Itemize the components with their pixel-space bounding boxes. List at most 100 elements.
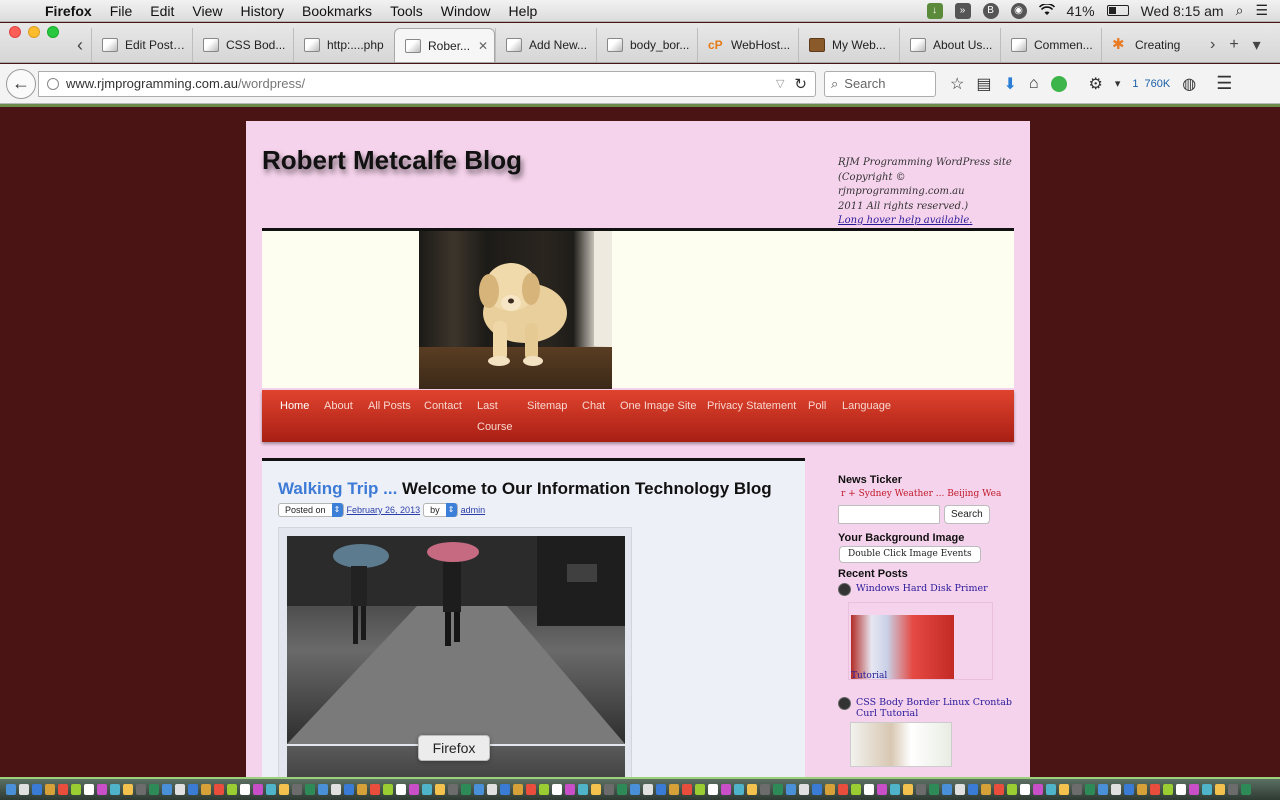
dock-app-icon[interactable] <box>279 784 289 795</box>
dock-app-icon[interactable] <box>643 784 653 795</box>
dock-app-icon[interactable] <box>201 784 211 795</box>
wifi-icon[interactable] <box>1038 2 1055 19</box>
nav-language[interactable]: Language <box>842 400 891 412</box>
dock-app-icon[interactable] <box>526 784 536 795</box>
dock-app-icon[interactable] <box>1111 784 1121 795</box>
dock-app-icon[interactable] <box>942 784 952 795</box>
dock-app-icon[interactable] <box>734 784 744 795</box>
dock-app-icon[interactable] <box>500 784 510 795</box>
dock-app-icon[interactable] <box>344 784 354 795</box>
dock-app-icon[interactable] <box>513 784 523 795</box>
dock-app-icon[interactable] <box>955 784 965 795</box>
nav-chat[interactable]: Chat <box>582 400 605 412</box>
dock-app-icon[interactable] <box>396 784 406 795</box>
dock-app-icon[interactable] <box>123 784 133 795</box>
script-tray-icon[interactable]: » <box>954 2 971 19</box>
dock-app-icon[interactable] <box>1202 784 1212 795</box>
dock-app-icon[interactable] <box>695 784 705 795</box>
reading-list-icon[interactable]: ▤ <box>976 74 991 94</box>
dock-app-icon[interactable] <box>136 784 146 795</box>
dock-app-icon[interactable] <box>851 784 861 795</box>
spotlight-search-icon[interactable]: ⌕ <box>1236 2 1244 19</box>
dock-app-icon[interactable] <box>838 784 848 795</box>
dock-app-icon[interactable] <box>422 784 432 795</box>
dock-app-icon[interactable] <box>357 784 367 795</box>
nav-one-image-site[interactable]: One Image Site <box>620 400 696 412</box>
dock-app-icon[interactable] <box>1163 784 1173 795</box>
nav-last-course[interactable]: Last <box>477 400 498 412</box>
dock-app-icon[interactable] <box>84 784 94 795</box>
browser-tab[interactable]: My Web... <box>798 28 899 62</box>
dock-app-icon[interactable] <box>1085 784 1095 795</box>
dock-app-icon[interactable] <box>188 784 198 795</box>
dock-app-icon[interactable] <box>305 784 315 795</box>
home-icon[interactable]: ⌂ <box>1029 75 1039 93</box>
downloads-icon[interactable]: ⬇ <box>1003 74 1016 94</box>
clock[interactable]: Wed 8:15 am <box>1141 3 1224 19</box>
dock-app-icon[interactable] <box>474 784 484 795</box>
notification-center-icon[interactable]: ☰ <box>1255 2 1268 19</box>
dock-app-icon[interactable] <box>552 784 562 795</box>
menu-bookmarks[interactable]: Bookmarks <box>293 3 381 19</box>
by-select[interactable]: by ⇕ <box>423 503 458 517</box>
dock-app-icon[interactable] <box>383 784 393 795</box>
vpn-tray-icon[interactable]: ◉ <box>1010 2 1027 19</box>
browser-tab[interactable]: About Us... <box>899 28 1000 62</box>
dock-app-icon[interactable] <box>1007 784 1017 795</box>
dock-app-icon[interactable] <box>773 784 783 795</box>
dock-app-icon[interactable] <box>71 784 81 795</box>
sidebar-search-input[interactable] <box>838 505 940 524</box>
dock-app-icon[interactable] <box>760 784 770 795</box>
news-ticker-text[interactable]: r + Sydney Weather ... Beijing Weath <box>841 489 1001 499</box>
dock-app-icon[interactable] <box>32 784 42 795</box>
close-window-button[interactable] <box>9 25 21 38</box>
dock-app-icon[interactable] <box>1189 784 1199 795</box>
menu-window[interactable]: Window <box>432 3 500 19</box>
dock-app-icon[interactable] <box>149 784 159 795</box>
dock-app-icon[interactable] <box>786 784 796 795</box>
nav-home[interactable]: Home <box>280 400 309 412</box>
browser-tab[interactable]: http:....php <box>293 28 394 62</box>
menu-edit[interactable]: Edit <box>141 3 183 19</box>
dock-app-icon[interactable] <box>214 784 224 795</box>
dock-app-icon[interactable] <box>916 784 926 795</box>
menu-history[interactable]: History <box>231 3 293 19</box>
dock-app-icon[interactable] <box>370 784 380 795</box>
author-link[interactable]: admin <box>461 505 486 515</box>
dock-app-icon[interactable] <box>903 784 913 795</box>
dock-app-icon[interactable] <box>617 784 627 795</box>
dog-photo[interactable] <box>419 231 612 389</box>
dock-app-icon[interactable] <box>708 784 718 795</box>
dock-app-icon[interactable] <box>266 784 276 795</box>
dock-app-icon[interactable] <box>331 784 341 795</box>
dock-app-icon[interactable] <box>253 784 263 795</box>
dock-app-icon[interactable] <box>461 784 471 795</box>
dock-app-icon[interactable] <box>565 784 575 795</box>
dock-app-icon[interactable] <box>721 784 731 795</box>
post-title-link[interactable]: Walking Trip ... <box>278 479 397 498</box>
dock-app-icon[interactable] <box>1215 784 1225 795</box>
dock-app-icon[interactable] <box>1228 784 1238 795</box>
dock-app-icon[interactable] <box>6 784 16 795</box>
browser-tab[interactable]: Add New... <box>495 28 596 62</box>
browser-tab[interactable]: ✱ Creating <box>1101 28 1202 62</box>
dock-app-icon[interactable] <box>409 784 419 795</box>
dock-app-icon[interactable] <box>175 784 185 795</box>
menu-help[interactable]: Help <box>500 3 547 19</box>
bookmark-star-icon[interactable]: ☆ <box>950 74 964 94</box>
dock-app-icon[interactable] <box>448 784 458 795</box>
dock-app-icon[interactable] <box>110 784 120 795</box>
download-tray-icon[interactable]: ↓ <box>926 2 943 19</box>
menu-tools[interactable]: Tools <box>381 3 432 19</box>
nav-contact[interactable]: Contact <box>424 400 462 412</box>
chat-icon[interactable]: ◍ <box>1182 74 1196 94</box>
dock-app-icon[interactable] <box>747 784 757 795</box>
recent-post-link[interactable]: Windows Hard Disk Primer <box>838 583 1018 596</box>
dock-app-icon[interactable] <box>1098 784 1108 795</box>
battery-icon[interactable] <box>1106 5 1129 16</box>
sidebar-search-button[interactable]: Search <box>944 505 990 524</box>
site-identity-icon[interactable] <box>47 77 59 90</box>
nav-poll[interactable]: Poll <box>808 400 826 412</box>
rainy-street-photo[interactable] <box>287 536 625 744</box>
dock-app-icon[interactable] <box>1241 784 1251 795</box>
